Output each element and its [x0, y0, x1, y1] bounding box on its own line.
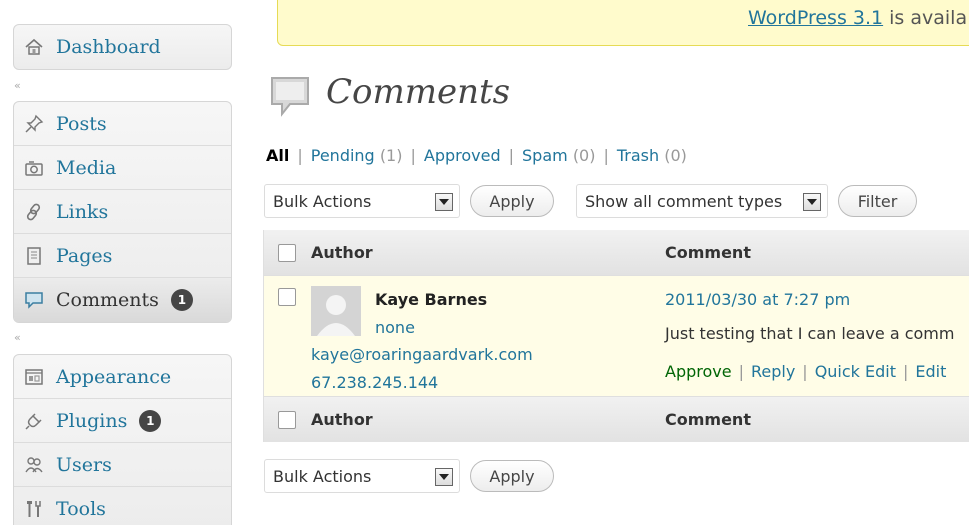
filter-all[interactable]: All — [266, 146, 289, 165]
sidebar-item-comments[interactable]: Comments 1 — [14, 278, 231, 322]
filter-button[interactable]: Filter — [838, 185, 917, 217]
link-icon — [23, 201, 45, 223]
sidebar-item-label: Appearance — [56, 365, 172, 388]
reply-action[interactable]: Reply — [751, 362, 795, 381]
update-notice-text: WordPress 3.1 is availa — [748, 7, 967, 29]
house-icon — [23, 36, 45, 58]
action-separator: | — [802, 362, 808, 381]
filter-pending-count: (1) — [379, 146, 403, 165]
comment-row-actions: Approve | Reply | Quick Edit | Edit — [665, 362, 946, 381]
sidebar-item-media[interactable]: Media — [14, 146, 231, 190]
sidebar-item-users[interactable]: Users — [14, 443, 231, 487]
sidebar-item-label: Users — [56, 453, 112, 476]
quick-edit-action[interactable]: Quick Edit — [815, 362, 896, 381]
speech-bubble-icon — [23, 289, 45, 311]
pushpin-icon — [23, 113, 45, 135]
menu-group-dashboard: Dashboard — [13, 24, 232, 70]
filter-separator: | — [297, 146, 303, 165]
appearance-icon — [23, 366, 45, 388]
sidebar-item-dashboard[interactable]: Dashboard — [14, 25, 231, 69]
comment-author-url[interactable]: none — [375, 318, 415, 337]
filter-separator: | — [508, 146, 515, 165]
table-footer: Author Comment — [264, 396, 969, 442]
filter-spam-count: (0) — [572, 146, 596, 165]
comment-type-select[interactable]: Show all comment types — [576, 184, 828, 218]
plugins-count-badge: 1 — [139, 409, 162, 432]
comment-type-value: Show all comment types — [585, 191, 783, 211]
comment-author-name: Kaye Barnes — [375, 290, 488, 309]
comment-date[interactable]: 2011/03/30 at 7:27 pm — [665, 290, 850, 309]
select-all-checkbox[interactable] — [278, 244, 296, 262]
edit-action[interactable]: Edit — [915, 362, 946, 381]
sidebar-item-label: Plugins — [56, 409, 128, 432]
sidebar-item-label: Links — [56, 200, 109, 223]
update-notice-link[interactable]: WordPress 3.1 — [748, 7, 883, 29]
tools-icon — [23, 498, 45, 520]
comments-title-icon — [268, 74, 312, 122]
action-separator: | — [903, 362, 909, 381]
comments-table: Author Comment Kaye Barnes none kaye@roa… — [263, 230, 969, 442]
sidebar-item-label: Dashboard — [56, 36, 161, 58]
update-notice-suffix: is availa — [883, 7, 968, 29]
sidebar-item-tools[interactable]: Tools — [14, 487, 231, 525]
collapse-arrow-icon[interactable]: « — [14, 331, 21, 344]
dropdown-arrow-icon[interactable] — [803, 193, 821, 211]
filter-trash[interactable]: Trash — [617, 146, 659, 165]
menu-group-content: Posts Media Links Pages Comments 1 — [13, 101, 232, 323]
update-notice: WordPress 3.1 is availa — [277, 0, 969, 46]
avatar — [311, 286, 361, 336]
comment-status-filters: All | Pending (1) | Approved | Spam (0) | Trash … — [266, 146, 687, 165]
sidebar-item-posts[interactable]: Posts — [14, 102, 231, 146]
users-icon — [23, 454, 45, 476]
column-author-footer: Author — [311, 410, 373, 429]
sidebar-item-label: Tools — [56, 498, 106, 520]
sidebar-item-links[interactable]: Links — [14, 190, 231, 234]
sidebar-item-label: Posts — [56, 112, 107, 135]
comment-author-email[interactable]: kaye@roaringaardvark.com — [311, 345, 533, 364]
dropdown-arrow-icon[interactable] — [435, 468, 453, 486]
sidebar-item-label: Pages — [56, 244, 113, 267]
sidebar-item-label: Media — [56, 156, 117, 179]
bulk-actions-select-top[interactable]: Bulk Actions — [264, 184, 460, 218]
comment-text: Just testing that I can leave a comm — [665, 324, 955, 343]
table-row: Kaye Barnes none kaye@roaringaardvark.co… — [264, 276, 969, 396]
plug-icon — [23, 410, 45, 432]
apply-button-top[interactable]: Apply — [470, 185, 554, 217]
page-title: Comments — [326, 72, 511, 112]
comment-author-ip[interactable]: 67.238.245.144 — [311, 373, 438, 392]
bulk-actions-value: Bulk Actions — [273, 466, 372, 486]
filter-pending[interactable]: Pending — [311, 146, 375, 165]
dropdown-arrow-icon[interactable] — [435, 193, 453, 211]
filter-trash-count: (0) — [664, 146, 687, 165]
page-icon — [23, 245, 45, 267]
collapse-arrow-icon[interactable]: « — [14, 79, 21, 92]
bulk-actions-value: Bulk Actions — [273, 191, 372, 211]
select-all-checkbox-footer[interactable] — [278, 411, 296, 429]
filter-separator: | — [410, 146, 416, 165]
comments-count-badge: 1 — [170, 289, 193, 311]
sidebar-item-label: Comments — [56, 289, 159, 311]
table-header: Author Comment — [264, 230, 969, 276]
column-author: Author — [311, 243, 373, 262]
filter-spam[interactable]: Spam — [522, 146, 568, 165]
bulk-actions-select-bottom[interactable]: Bulk Actions — [264, 459, 460, 493]
column-comment-footer: Comment — [665, 410, 751, 429]
sidebar-item-appearance[interactable]: Appearance — [14, 355, 231, 399]
menu-group-admin: Appearance Plugins 1 Users Tools — [13, 354, 232, 525]
row-checkbox[interactable] — [278, 288, 296, 306]
filter-approved[interactable]: Approved — [424, 146, 501, 165]
sidebar-item-pages[interactable]: Pages — [14, 234, 231, 278]
apply-button-bottom[interactable]: Apply — [470, 460, 554, 492]
action-separator: | — [738, 362, 744, 381]
filter-separator: | — [603, 146, 609, 165]
column-comment: Comment — [665, 243, 751, 262]
sidebar-item-plugins[interactable]: Plugins 1 — [14, 399, 231, 443]
camera-icon — [23, 157, 45, 179]
approve-action[interactable]: Approve — [665, 362, 732, 381]
